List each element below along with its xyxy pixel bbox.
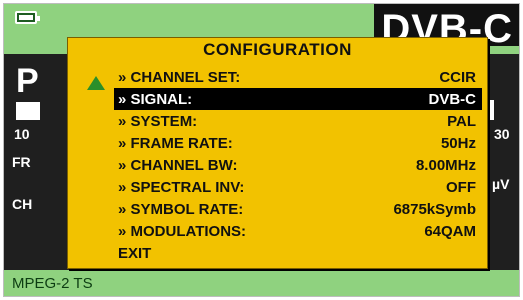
- device-screen: DVB-C P / 10 30 FR CH µV MPEG-2 TS CONFI…: [0, 0, 523, 300]
- dialog-body: » CHANNEL SET: CCIR » SIGNAL: DVB-C » SY…: [78, 66, 482, 266]
- battery-tip: [37, 16, 40, 21]
- menu-item-value: 50Hz: [440, 134, 476, 152]
- menu-item-signal[interactable]: » SIGNAL: DVB-C: [114, 88, 482, 110]
- menu-item-value: CCIR: [439, 68, 476, 86]
- configuration-dialog: CONFIGURATION » CHANNEL SET: CCIR » SIGN…: [67, 37, 488, 269]
- scale-right: 30: [494, 126, 510, 142]
- status-bar: MPEG-2 TS: [4, 270, 519, 296]
- battery-level: [19, 15, 33, 20]
- menu-item-spectral-inv[interactable]: » SPECTRAL INV: OFF: [114, 176, 482, 198]
- menu-item-channel-set[interactable]: » CHANNEL SET: CCIR: [114, 66, 482, 88]
- menu-item-symbol-rate[interactable]: » SYMBOL RATE: 6875kSymb: [114, 198, 482, 220]
- menu-item-label: » FRAME RATE:: [118, 134, 233, 152]
- menu-item-value: DVB-C: [428, 90, 477, 108]
- menu-item-label: » SYSTEM:: [118, 112, 198, 130]
- menu-item-value: 8.00MHz: [415, 156, 476, 174]
- menu-item-label: » SIGNAL:: [118, 90, 193, 108]
- menu-item-label: » SPECTRAL INV:: [118, 178, 245, 196]
- config-menu: » CHANNEL SET: CCIR » SIGNAL: DVB-C » SY…: [114, 66, 482, 266]
- scroll-up-icon[interactable]: [87, 76, 105, 90]
- scroll-column: [78, 66, 114, 266]
- background-unit: µV: [492, 176, 510, 192]
- background-label-ch: CH: [12, 196, 33, 212]
- menu-item-label: » CHANNEL SET:: [118, 68, 241, 86]
- menu-item-value: 64QAM: [424, 222, 476, 240]
- display-area: DVB-C P / 10 30 FR CH µV MPEG-2 TS CONFI…: [3, 3, 520, 297]
- menu-item-modulations[interactable]: » MODULATIONS: 64QAM: [114, 220, 482, 242]
- menu-item-frame-rate[interactable]: » FRAME RATE: 50Hz: [114, 132, 482, 154]
- background-label-fr: FR: [12, 154, 31, 170]
- level-bar-right: [490, 100, 494, 120]
- menu-item-label: » CHANNEL BW:: [118, 156, 238, 174]
- menu-item-label: » SYMBOL RATE:: [118, 200, 244, 218]
- menu-item-system[interactable]: » SYSTEM: PAL: [114, 110, 482, 132]
- background-big-left: P: [16, 62, 39, 100]
- menu-item-value: OFF: [446, 178, 476, 196]
- level-bar-left: [16, 102, 40, 120]
- menu-item-value: 6875kSymb: [393, 200, 476, 218]
- battery-icon: [15, 11, 40, 24]
- menu-item-label: EXIT: [118, 244, 152, 262]
- menu-item-exit[interactable]: EXIT: [114, 242, 482, 264]
- scale-left: 10: [14, 126, 30, 142]
- menu-item-channel-bw[interactable]: » CHANNEL BW: 8.00MHz: [114, 154, 482, 176]
- status-text: MPEG-2 TS: [12, 275, 93, 292]
- menu-item-value: PAL: [447, 112, 476, 130]
- dialog-title: CONFIGURATION: [203, 40, 352, 59]
- menu-item-label: » MODULATIONS:: [118, 222, 247, 240]
